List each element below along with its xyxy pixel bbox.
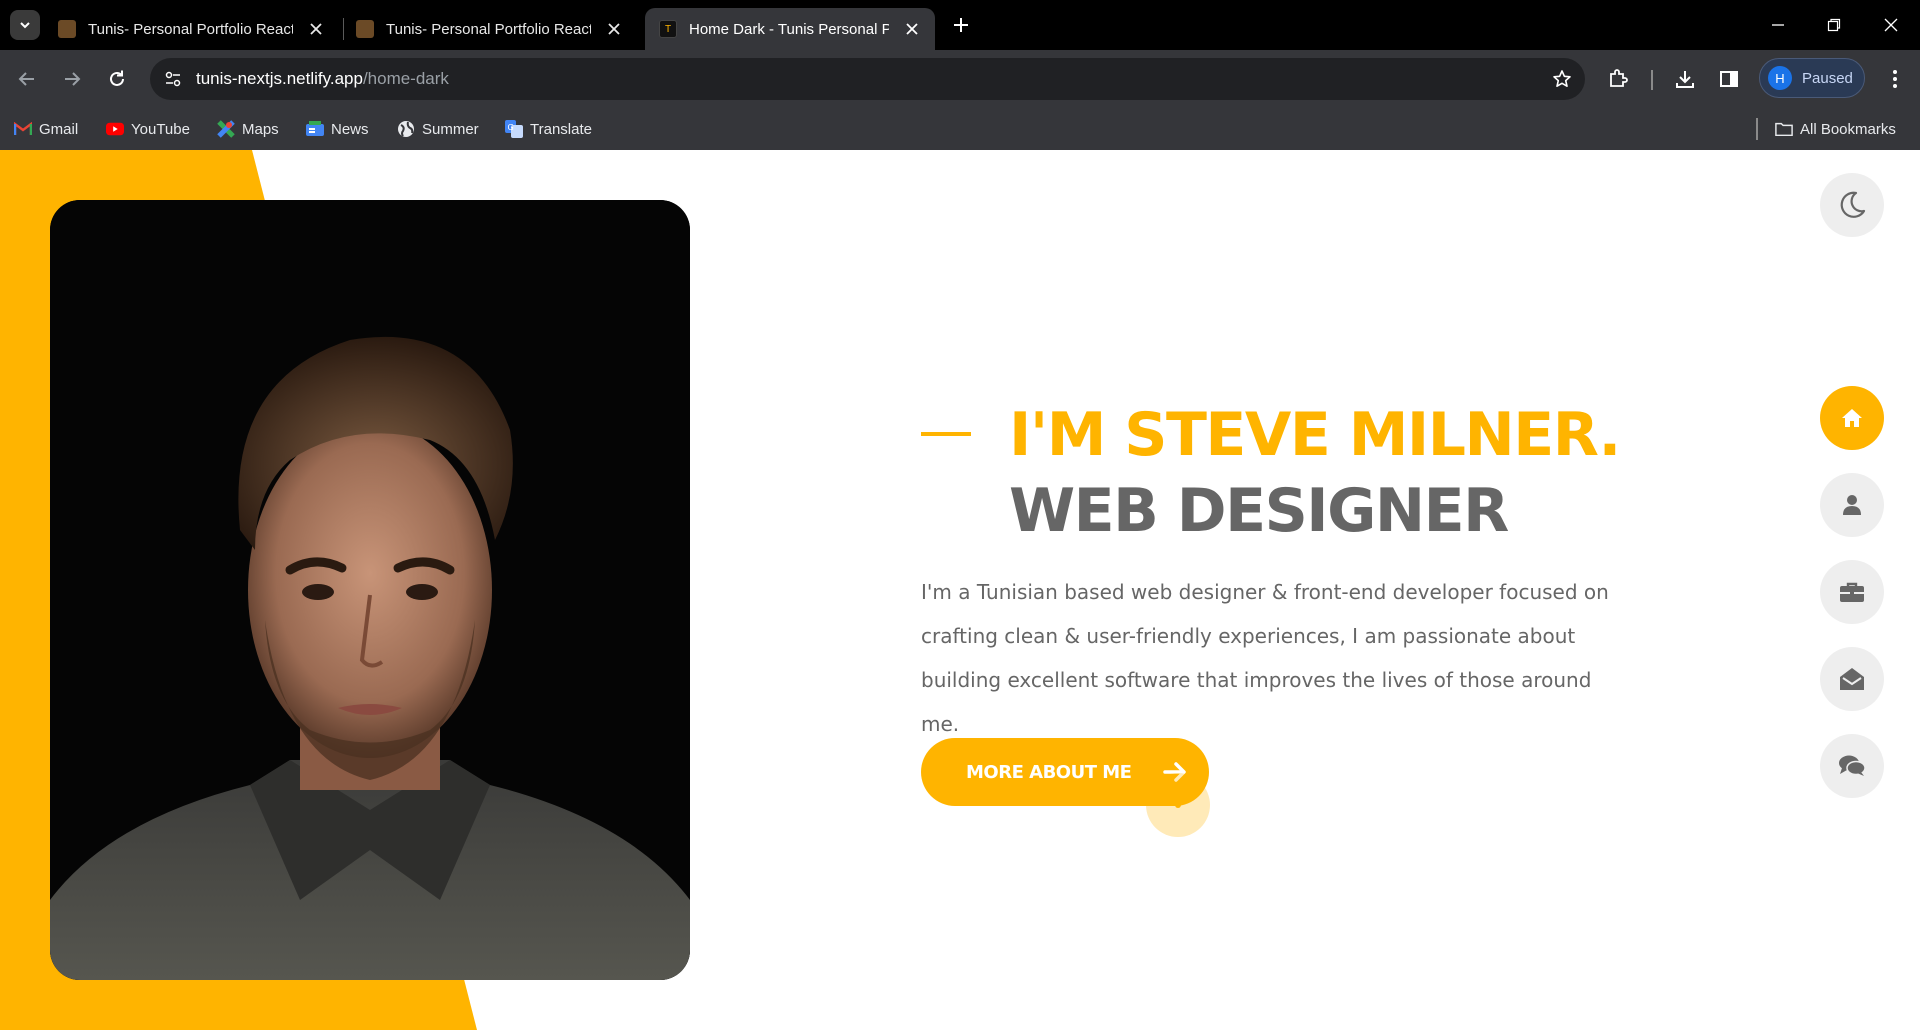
tune-icon bbox=[165, 71, 181, 87]
hero-role: WEB DESIGNER bbox=[1009, 476, 1509, 546]
bookmark-gmail[interactable]: Gmail bbox=[14, 118, 78, 140]
menu-button[interactable] bbox=[1880, 64, 1910, 94]
all-bookmarks-button[interactable]: All Bookmarks bbox=[1775, 118, 1896, 140]
tab-active[interactable]: T Home Dark - Tunis Personal Por bbox=[645, 8, 935, 50]
arrow-right-icon bbox=[65, 72, 81, 86]
svg-text:G: G bbox=[508, 123, 514, 132]
nav-home[interactable] bbox=[1820, 386, 1884, 450]
plus-icon bbox=[954, 18, 968, 32]
home-icon bbox=[1842, 409, 1862, 427]
avatar: H bbox=[1768, 66, 1792, 90]
youtube-icon bbox=[106, 120, 124, 138]
browser-toolbar: tunis-nextjs.netlify.app/home-dark H Pau… bbox=[0, 50, 1920, 108]
side-navigation bbox=[1820, 386, 1884, 821]
toolbar-divider bbox=[1651, 70, 1653, 90]
tab-title: Tunis- Personal Portfolio React bbox=[88, 20, 293, 38]
close-icon[interactable] bbox=[605, 20, 623, 38]
arrow-left-icon bbox=[18, 72, 34, 86]
profile-photo bbox=[50, 200, 690, 980]
bookmark-label: YouTube bbox=[131, 120, 190, 138]
more-vert-icon bbox=[1893, 70, 1897, 88]
reload-button[interactable] bbox=[102, 64, 132, 94]
briefcase-icon bbox=[1840, 582, 1864, 602]
profile-button[interactable]: H Paused bbox=[1759, 58, 1865, 98]
portrait-image bbox=[50, 200, 690, 980]
url-text[interactable]: tunis-nextjs.netlify.app/home-dark bbox=[196, 69, 449, 89]
tab-strip: Tunis- Personal Portfolio React Tunis- P… bbox=[0, 0, 1920, 50]
nav-blog[interactable] bbox=[1820, 734, 1884, 798]
nav-portfolio[interactable] bbox=[1820, 560, 1884, 624]
all-bookmarks-label: All Bookmarks bbox=[1800, 120, 1896, 138]
hero-name: I'M STEVE MILNER. bbox=[1009, 400, 1621, 470]
envelope-open-icon bbox=[1840, 668, 1864, 690]
minimize-button[interactable] bbox=[1749, 0, 1807, 50]
globe-icon bbox=[397, 120, 415, 138]
site-favicon-icon bbox=[356, 20, 374, 38]
moon-icon bbox=[1840, 191, 1866, 218]
maps-icon bbox=[217, 120, 235, 138]
url-host: tunis-nextjs.netlify.app bbox=[196, 69, 363, 88]
page-content: I'M STEVE MILNER. WEB DESIGNER I'm a Tun… bbox=[0, 150, 1920, 1030]
restore-icon bbox=[1827, 18, 1841, 32]
folder-icon bbox=[1775, 120, 1793, 138]
cta-label: MORE ABOUT ME bbox=[966, 761, 1132, 783]
site-favicon-icon bbox=[58, 20, 76, 38]
bookmark-label: Gmail bbox=[39, 120, 79, 138]
bookmark-translate[interactable]: G Translate bbox=[505, 118, 592, 140]
hero-description: I'm a Tunisian based web designer & fron… bbox=[921, 580, 1609, 736]
url-path: /home-dark bbox=[362, 69, 449, 88]
tab-title: Tunis- Personal Portfolio React bbox=[386, 20, 591, 38]
tab-title: Home Dark - Tunis Personal Por bbox=[689, 20, 890, 38]
star-icon bbox=[1553, 70, 1571, 87]
back-button[interactable] bbox=[12, 64, 42, 94]
bookmark-star-button[interactable] bbox=[1549, 66, 1575, 92]
bookmark-label: Maps bbox=[242, 120, 279, 138]
bookmarks-divider bbox=[1756, 118, 1758, 140]
close-icon[interactable] bbox=[903, 20, 921, 38]
bookmark-summer[interactable]: Summer bbox=[397, 118, 479, 140]
nav-contact[interactable] bbox=[1820, 647, 1884, 711]
side-panel-button[interactable] bbox=[1714, 64, 1744, 94]
chevron-down-icon bbox=[20, 22, 30, 29]
close-window-button[interactable] bbox=[1862, 0, 1920, 50]
address-bar[interactable]: tunis-nextjs.netlify.app/home-dark bbox=[150, 58, 1585, 100]
bookmark-maps[interactable]: Maps bbox=[217, 118, 279, 140]
theme-toggle-button[interactable] bbox=[1820, 173, 1884, 237]
close-icon[interactable] bbox=[307, 20, 325, 38]
user-icon bbox=[1843, 495, 1861, 515]
profile-status: Paused bbox=[1802, 69, 1853, 87]
bookmarks-bar: Gmail YouTube Maps News Summer G Transla… bbox=[0, 108, 1920, 150]
cursor-dot bbox=[1175, 802, 1181, 808]
translate-icon: G bbox=[505, 120, 523, 138]
close-icon bbox=[1884, 18, 1898, 32]
restore-button[interactable] bbox=[1805, 0, 1863, 50]
site-info-button[interactable] bbox=[158, 64, 188, 94]
bookmark-label: News bbox=[331, 120, 369, 138]
nav-about[interactable] bbox=[1820, 473, 1884, 537]
gmail-icon bbox=[14, 120, 32, 138]
bookmark-label: Summer bbox=[422, 120, 479, 138]
downloads-button[interactable] bbox=[1670, 64, 1700, 94]
bookmark-label: Translate bbox=[530, 120, 592, 138]
news-icon bbox=[306, 120, 324, 138]
forward-button[interactable] bbox=[57, 64, 87, 94]
bookmark-news[interactable]: News bbox=[306, 118, 369, 140]
comments-icon bbox=[1839, 755, 1865, 776]
tab-1[interactable]: Tunis- Personal Portfolio React bbox=[44, 8, 339, 50]
bookmark-youtube[interactable]: YouTube bbox=[106, 118, 190, 140]
new-tab-button[interactable] bbox=[948, 12, 974, 38]
tab-2[interactable]: Tunis- Personal Portfolio React bbox=[342, 8, 637, 50]
minimize-icon bbox=[1772, 24, 1784, 26]
title-accent-line bbox=[921, 432, 971, 436]
side-panel-icon bbox=[1720, 71, 1738, 87]
extensions-button[interactable] bbox=[1603, 64, 1633, 94]
puzzle-icon bbox=[1610, 69, 1628, 87]
tab-search-button[interactable] bbox=[10, 10, 40, 40]
download-icon bbox=[1676, 71, 1694, 88]
reload-icon bbox=[110, 70, 124, 86]
tunis-favicon-icon: T bbox=[659, 20, 677, 38]
